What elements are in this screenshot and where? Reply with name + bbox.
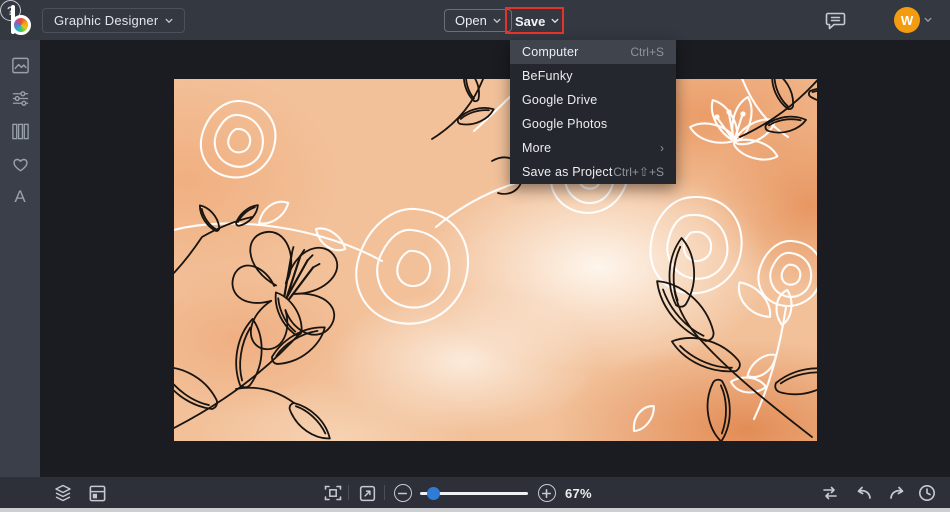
menu-item-google-drive[interactable]: Google Drive bbox=[510, 88, 676, 112]
columns-icon bbox=[11, 123, 29, 139]
mode-selector-label: Graphic Designer bbox=[54, 13, 159, 28]
feedback-chat-icon[interactable] bbox=[825, 11, 847, 31]
bottom-toolbar: 67% bbox=[0, 477, 950, 508]
befunky-graphic-designer-app: Graphic Designer Open Save ? bbox=[0, 0, 950, 512]
open-button-label: Open bbox=[455, 13, 487, 28]
save-button-label: Save bbox=[515, 13, 546, 29]
text-icon: A bbox=[14, 187, 26, 206]
zoom-slider[interactable] bbox=[420, 487, 528, 500]
sidebar-item-adjustments[interactable] bbox=[10, 88, 30, 108]
shortcut-label: Ctrl+⇧+S bbox=[613, 165, 664, 179]
shortcut-label: Ctrl+S bbox=[630, 45, 664, 59]
floral-artwork bbox=[174, 79, 817, 441]
chevron-down-icon bbox=[165, 18, 173, 23]
redo-icon[interactable] bbox=[887, 482, 909, 504]
user-initial: W bbox=[900, 12, 914, 28]
image-icon bbox=[11, 57, 29, 73]
mode-selector-dropdown[interactable]: Graphic Designer bbox=[42, 8, 186, 33]
fullscreen-preview-icon[interactable] bbox=[358, 482, 380, 504]
zoom-in-button[interactable] bbox=[538, 484, 556, 502]
chevron-down-icon bbox=[551, 18, 559, 24]
open-button[interactable]: Open bbox=[444, 9, 512, 32]
undo-icon[interactable] bbox=[854, 482, 876, 504]
befunky-logo-icon[interactable] bbox=[11, 5, 37, 35]
save-button[interactable]: Save bbox=[511, 11, 563, 31]
heart-icon bbox=[12, 158, 28, 171]
menu-item-more[interactable]: More › bbox=[510, 136, 676, 160]
page-bottom-strip bbox=[0, 508, 950, 512]
template-manager-icon[interactable] bbox=[88, 482, 110, 504]
sidebar-item-layouts[interactable] bbox=[10, 121, 30, 141]
chevron-down-icon bbox=[493, 18, 501, 23]
zoom-slider-handle[interactable] bbox=[427, 487, 440, 500]
sidebar-item-images[interactable] bbox=[10, 55, 30, 75]
divider bbox=[348, 485, 349, 500]
history-icon[interactable] bbox=[917, 482, 939, 504]
menu-item-computer[interactable]: Computer Ctrl+S bbox=[510, 40, 676, 64]
user-avatar[interactable]: W bbox=[894, 7, 920, 33]
zoom-out-button[interactable] bbox=[394, 484, 412, 502]
layers-icon[interactable] bbox=[53, 482, 75, 504]
fit-to-screen-icon[interactable] bbox=[323, 482, 345, 504]
sliders-icon bbox=[12, 90, 28, 106]
left-sidebar: A bbox=[0, 40, 40, 477]
submenu-arrow-icon: › bbox=[660, 141, 664, 155]
divider bbox=[384, 485, 385, 500]
menu-item-google-photos[interactable]: Google Photos bbox=[510, 112, 676, 136]
account-chevron-down-icon[interactable] bbox=[924, 16, 932, 24]
sidebar-item-favorites[interactable] bbox=[10, 154, 30, 174]
menu-item-befunky[interactable]: BeFunky bbox=[510, 64, 676, 88]
design-canvas[interactable] bbox=[174, 79, 817, 441]
sidebar-item-text[interactable]: A bbox=[10, 187, 30, 207]
workspace bbox=[40, 40, 950, 477]
top-toolbar: Graphic Designer Open Save ? bbox=[0, 0, 950, 40]
zoom-level-label: 67% bbox=[565, 486, 592, 501]
menu-item-save-as-project[interactable]: Save as Project Ctrl+⇧+S bbox=[510, 160, 676, 184]
save-dropdown-menu: Computer Ctrl+S BeFunky Google Drive Goo… bbox=[510, 40, 676, 184]
compare-before-after-icon[interactable] bbox=[820, 482, 842, 504]
